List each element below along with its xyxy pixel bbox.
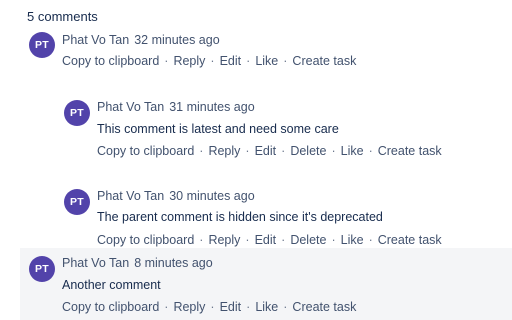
edit-button[interactable]: Edit [255, 233, 277, 247]
edit-button[interactable]: Edit [220, 300, 242, 314]
reply-button[interactable]: Reply [173, 54, 205, 68]
reply-button[interactable]: Reply [208, 144, 240, 158]
comment-timestamp[interactable]: 32 minutes ago [134, 33, 219, 47]
comment-timestamp[interactable]: 31 minutes ago [169, 100, 254, 114]
comment-author[interactable]: Phat Vo Tan [97, 189, 164, 203]
comment-author[interactable]: Phat Vo Tan [62, 33, 129, 47]
comment-count: 5 comments [27, 9, 98, 24]
comment-actions: Copy to clipboard · Reply · Edit · Delete · Like… [97, 233, 442, 247]
comment-body: Another comment [62, 278, 161, 292]
separator: · [164, 300, 169, 314]
comment: PT Phat Vo Tan 32 minutes ago Copy to cli… [20, 28, 512, 72]
edit-button[interactable]: Edit [255, 144, 277, 158]
comment-body: The parent comment is hidden since it's … [97, 210, 383, 224]
separator: · [199, 144, 204, 158]
comment-body: This comment is latest and need some car… [97, 122, 339, 136]
delete-button[interactable]: Delete [290, 144, 326, 158]
separator: · [331, 144, 336, 158]
comment-reply: PT Phat Vo Tan 31 minutes ago This commen… [55, 94, 512, 160]
separator: · [283, 54, 288, 68]
avatar[interactable]: PT [29, 32, 55, 58]
reply-button[interactable]: Reply [208, 233, 240, 247]
copy-to-clipboard-button[interactable]: Copy to clipboard [97, 233, 194, 247]
separator: · [245, 233, 250, 247]
like-button[interactable]: Like [341, 144, 364, 158]
comment-highlighted: PT Phat Vo Tan 8 minutes ago Another comm… [20, 248, 512, 320]
like-button[interactable]: Like [341, 233, 364, 247]
separator: · [281, 233, 286, 247]
edit-button[interactable]: Edit [220, 54, 242, 68]
comment-author[interactable]: Phat Vo Tan [97, 100, 164, 114]
separator: · [245, 144, 250, 158]
separator: · [281, 144, 286, 158]
create-task-button[interactable]: Create task [378, 233, 442, 247]
like-button[interactable]: Like [255, 300, 278, 314]
separator: · [164, 54, 169, 68]
copy-to-clipboard-button[interactable]: Copy to clipboard [62, 54, 159, 68]
separator: · [246, 54, 251, 68]
separator: · [283, 300, 288, 314]
avatar[interactable]: PT [29, 256, 55, 282]
comment-actions: Copy to clipboard · Reply · Edit · Like · Create… [62, 54, 356, 68]
separator: · [368, 144, 373, 158]
separator: · [246, 300, 251, 314]
comment-actions: Copy to clipboard · Reply · Edit · Like · Create… [62, 300, 356, 314]
create-task-button[interactable]: Create task [292, 300, 356, 314]
avatar[interactable]: PT [64, 100, 90, 126]
like-button[interactable]: Like [255, 54, 278, 68]
create-task-button[interactable]: Create task [378, 144, 442, 158]
comment-author[interactable]: Phat Vo Tan [62, 256, 129, 270]
separator: · [331, 233, 336, 247]
reply-button[interactable]: Reply [173, 300, 205, 314]
separator: · [368, 233, 373, 247]
separator: · [199, 233, 204, 247]
separator: · [210, 300, 215, 314]
copy-to-clipboard-button[interactable]: Copy to clipboard [97, 144, 194, 158]
comment-timestamp[interactable]: 8 minutes ago [134, 256, 213, 270]
comment-actions: Copy to clipboard · Reply · Edit · Delete · Like… [97, 144, 442, 158]
copy-to-clipboard-button[interactable]: Copy to clipboard [62, 300, 159, 314]
avatar[interactable]: PT [64, 189, 90, 215]
delete-button[interactable]: Delete [290, 233, 326, 247]
separator: · [210, 54, 215, 68]
comment-timestamp[interactable]: 30 minutes ago [169, 189, 254, 203]
create-task-button[interactable]: Create task [292, 54, 356, 68]
comment-reply: PT Phat Vo Tan 30 minutes ago The parent … [55, 183, 512, 249]
